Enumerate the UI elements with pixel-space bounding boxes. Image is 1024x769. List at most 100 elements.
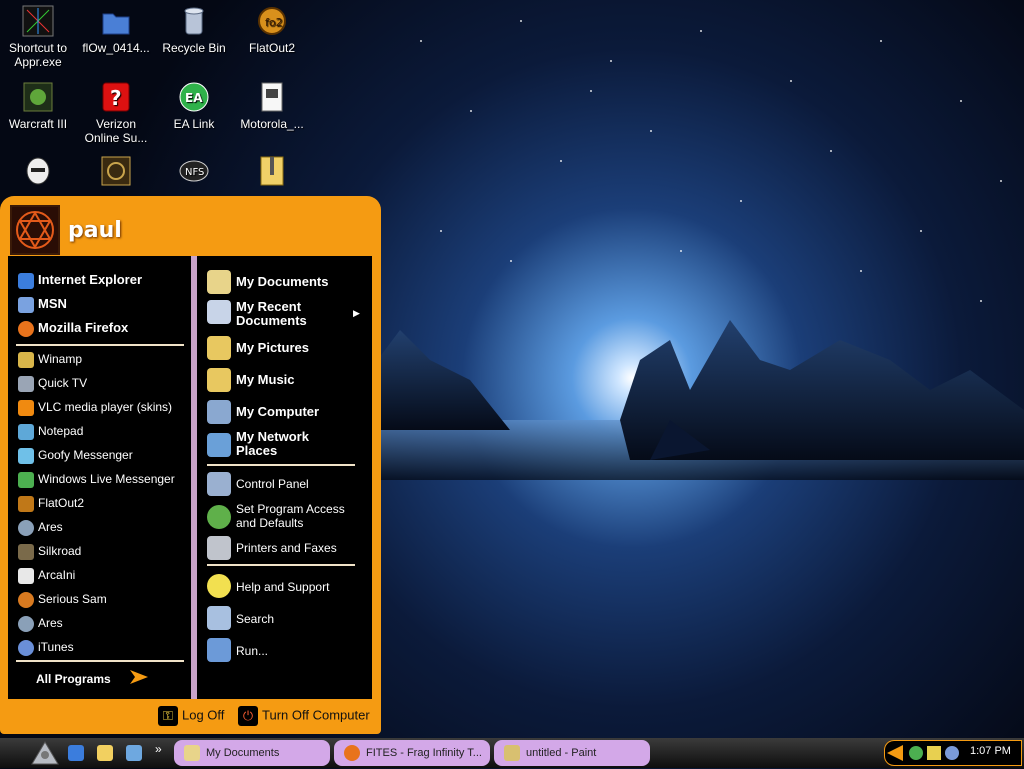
- menu-item-control-panel[interactable]: Control Panel: [207, 472, 367, 496]
- taskbar: » My Documents FITES - Frag Infinity T..…: [0, 738, 1024, 768]
- messenger-tray-icon[interactable]: [909, 746, 923, 760]
- desktop-icon-stormtrooper[interactable]: [0, 154, 76, 191]
- help-separator: [207, 564, 355, 566]
- key-icon: ⚿: [158, 706, 178, 726]
- menu-item-vlc[interactable]: VLC media player (skins): [18, 400, 172, 416]
- menu-item-windows-live-messenger[interactable]: Windows Live Messenger: [18, 472, 175, 488]
- all-programs-separator: [16, 660, 184, 662]
- menu-item-my-computer[interactable]: My Computer: [207, 400, 367, 424]
- arrow-right-icon[interactable]: [128, 666, 150, 688]
- paint-icon: [504, 745, 520, 761]
- log-off-button[interactable]: ⚿ Log Off: [158, 706, 224, 726]
- menu-item-ares[interactable]: Ares: [18, 520, 63, 536]
- svg-text:EA: EA: [185, 91, 203, 105]
- quick-launch-more-button[interactable]: »: [155, 742, 162, 756]
- menu-item-my-pictures[interactable]: My Pictures: [207, 336, 367, 360]
- desktop-icon-silkroad[interactable]: [78, 154, 154, 191]
- mountain-silhouette: [370, 320, 1024, 480]
- task-my-documents[interactable]: My Documents: [174, 740, 330, 766]
- clock[interactable]: 1:07 PM: [970, 745, 1011, 757]
- program-defaults-icon: [207, 505, 231, 529]
- desktop-icon-appr-shortcut[interactable]: Shortcut to Appr.exe: [0, 4, 76, 69]
- desktop-icon-warcraft[interactable]: Warcraft III: [0, 80, 76, 131]
- notepad-icon: [18, 424, 34, 440]
- recent-documents-icon: [207, 300, 231, 324]
- stormtrooper-icon: [21, 154, 55, 188]
- all-programs-button[interactable]: All Programs: [36, 672, 111, 686]
- run-icon: [207, 638, 231, 662]
- quick-tv-icon: [18, 376, 34, 392]
- silkroad-icon: [18, 544, 34, 560]
- serious-sam-icon: [18, 592, 34, 608]
- flatout2-icon: fo2: [255, 4, 289, 38]
- desktop-icon-label: Shortcut to Appr.exe: [8, 41, 68, 69]
- menu-item-ares-2[interactable]: Ares: [18, 616, 63, 632]
- search-icon: [207, 606, 231, 630]
- silkroad-icon: [99, 154, 133, 188]
- task-paint[interactable]: untitled - Paint: [494, 740, 650, 766]
- menu-item-silkroad[interactable]: Silkroad: [18, 544, 81, 560]
- winamp-icon: [18, 352, 34, 368]
- menu-item-winamp[interactable]: Winamp: [18, 352, 82, 368]
- menu-item-itunes[interactable]: iTunes: [18, 640, 74, 656]
- folder-icon: [184, 745, 200, 761]
- tray-expand-icon[interactable]: [887, 745, 903, 761]
- my-documents-icon: [207, 270, 231, 294]
- avatar[interactable]: [10, 205, 60, 255]
- menu-item-printers-and-faxes[interactable]: Printers and Faxes: [207, 536, 367, 560]
- menu-item-run[interactable]: Run...: [207, 638, 367, 662]
- desktop-icon-label: FlatOut2: [248, 41, 296, 55]
- power-icon: ⏻: [238, 706, 258, 726]
- internet-explorer-icon: [18, 272, 34, 289]
- desktop-icon-label: Verizon Online Su...: [84, 117, 148, 145]
- username: paul: [68, 218, 122, 243]
- menu-item-mozilla-firefox[interactable]: Mozilla Firefox: [18, 320, 128, 337]
- menu-item-flatout2[interactable]: FlatOut2: [18, 496, 84, 512]
- desktop-icon-flatout2[interactable]: fo2 FlatOut2: [234, 4, 310, 55]
- menu-item-serious-sam[interactable]: Serious Sam: [18, 592, 107, 608]
- firefox-icon: [344, 745, 360, 761]
- menu-item-help-and-support[interactable]: Help and Support: [207, 574, 367, 598]
- ares-icon: [18, 520, 34, 536]
- menu-item-internet-explorer[interactable]: Internet Explorer: [18, 272, 142, 289]
- document-icon: [255, 80, 289, 114]
- menu-item-set-program-access[interactable]: Set Program Access and Defaults: [207, 502, 367, 532]
- show-desktop-icon[interactable]: [126, 745, 142, 761]
- task-firefox-fites[interactable]: FITES - Frag Infinity T...: [334, 740, 490, 766]
- menu-item-search[interactable]: Search: [207, 606, 367, 630]
- control-panel-icon: [207, 472, 231, 496]
- menu-item-arcaini[interactable]: ArcaIni: [18, 568, 75, 584]
- my-computer-icon: [207, 400, 231, 424]
- menu-item-notepad[interactable]: Notepad: [18, 424, 83, 440]
- desktop-icon-label: Warcraft III: [8, 117, 68, 131]
- desktop-icon-nfs[interactable]: NFS: [156, 154, 232, 191]
- places-separator: [207, 464, 355, 466]
- menu-item-quick-tv[interactable]: Quick TV: [18, 376, 87, 392]
- desktop-icon-recycle-bin[interactable]: Recycle Bin: [156, 4, 232, 55]
- desktop-icon-zip[interactable]: [234, 154, 310, 191]
- menu-item-my-network-places[interactable]: My Network Places: [207, 430, 367, 460]
- appr-exe-icon: [21, 4, 55, 38]
- menu-item-my-documents[interactable]: My Documents: [207, 270, 367, 294]
- turn-off-button[interactable]: ⏻ Turn Off Computer: [238, 706, 370, 726]
- live-messenger-icon: [18, 472, 34, 488]
- internet-explorer-icon[interactable]: [68, 745, 84, 761]
- menu-item-msn[interactable]: MSN: [18, 296, 67, 313]
- ea-link-icon: EA: [177, 80, 211, 114]
- user-header: paul: [6, 202, 372, 255]
- desktop-icon-flow[interactable]: flOw_0414...: [78, 4, 154, 55]
- menu-item-my-recent-documents[interactable]: My Recent Documents ▶: [207, 300, 367, 330]
- clock-icon[interactable]: [97, 745, 113, 761]
- network-tray-icon[interactable]: [927, 746, 941, 760]
- ares-icon: [18, 616, 34, 632]
- start-button[interactable]: [28, 740, 62, 766]
- desktop-icon-verizon[interactable]: ? Verizon Online Su...: [78, 80, 154, 145]
- desktop-icon-motorola[interactable]: Motorola_...: [234, 80, 310, 131]
- pinned-separator: [16, 344, 184, 346]
- desktop-icon-ea-link[interactable]: EA EA Link: [156, 80, 232, 131]
- svg-text:fo2: fo2: [265, 16, 283, 29]
- menu-item-my-music[interactable]: My Music: [207, 368, 367, 392]
- volume-tray-icon[interactable]: [945, 746, 959, 760]
- menu-item-goofy-messenger[interactable]: Goofy Messenger: [18, 448, 133, 464]
- start-menu-places-pane: My Documents My Recent Documents ▶ My Pi…: [197, 256, 372, 699]
